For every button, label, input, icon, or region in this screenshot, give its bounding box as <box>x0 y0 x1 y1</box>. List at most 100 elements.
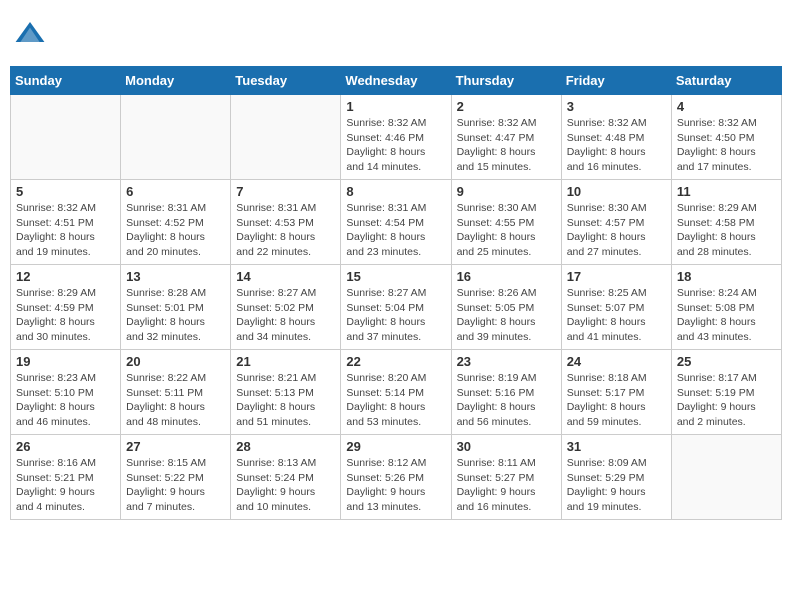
calendar-cell: 5 Sunrise: 8:32 AM Sunset: 4:51 PM Daylig… <box>11 180 121 265</box>
day-number: 28 <box>236 439 335 454</box>
calendar-cell: 15 Sunrise: 8:27 AM Sunset: 5:04 PM Dayli… <box>341 265 451 350</box>
day-info: Sunrise: 8:09 AM Sunset: 5:29 PM Dayligh… <box>567 456 666 515</box>
day-info: Sunrise: 8:32 AM Sunset: 4:47 PM Dayligh… <box>457 116 556 175</box>
day-info: Sunrise: 8:31 AM Sunset: 4:52 PM Dayligh… <box>126 201 225 260</box>
day-number: 19 <box>16 354 115 369</box>
week-row-5: 26 Sunrise: 8:16 AM Sunset: 5:21 PM Dayli… <box>11 435 782 520</box>
day-number: 23 <box>457 354 556 369</box>
day-info: Sunrise: 8:27 AM Sunset: 5:04 PM Dayligh… <box>346 286 445 345</box>
calendar-cell: 25 Sunrise: 8:17 AM Sunset: 5:19 PM Dayli… <box>671 350 781 435</box>
day-info: Sunrise: 8:15 AM Sunset: 5:22 PM Dayligh… <box>126 456 225 515</box>
day-info: Sunrise: 8:19 AM Sunset: 5:16 PM Dayligh… <box>457 371 556 430</box>
calendar-cell <box>231 95 341 180</box>
day-number: 9 <box>457 184 556 199</box>
day-number: 20 <box>126 354 225 369</box>
page-header <box>10 10 782 58</box>
calendar-cell: 26 Sunrise: 8:16 AM Sunset: 5:21 PM Dayli… <box>11 435 121 520</box>
day-number: 18 <box>677 269 776 284</box>
calendar-cell: 22 Sunrise: 8:20 AM Sunset: 5:14 PM Dayli… <box>341 350 451 435</box>
day-number: 26 <box>16 439 115 454</box>
day-number: 31 <box>567 439 666 454</box>
calendar-cell: 8 Sunrise: 8:31 AM Sunset: 4:54 PM Daylig… <box>341 180 451 265</box>
day-info: Sunrise: 8:16 AM Sunset: 5:21 PM Dayligh… <box>16 456 115 515</box>
day-number: 27 <box>126 439 225 454</box>
weekday-header-friday: Friday <box>561 67 671 95</box>
logo <box>14 18 48 50</box>
weekday-header-monday: Monday <box>121 67 231 95</box>
day-info: Sunrise: 8:32 AM Sunset: 4:48 PM Dayligh… <box>567 116 666 175</box>
calendar-cell: 29 Sunrise: 8:12 AM Sunset: 5:26 PM Dayli… <box>341 435 451 520</box>
day-info: Sunrise: 8:30 AM Sunset: 4:55 PM Dayligh… <box>457 201 556 260</box>
calendar-cell: 18 Sunrise: 8:24 AM Sunset: 5:08 PM Dayli… <box>671 265 781 350</box>
day-info: Sunrise: 8:32 AM Sunset: 4:50 PM Dayligh… <box>677 116 776 175</box>
calendar-cell: 10 Sunrise: 8:30 AM Sunset: 4:57 PM Dayli… <box>561 180 671 265</box>
day-number: 21 <box>236 354 335 369</box>
day-info: Sunrise: 8:32 AM Sunset: 4:51 PM Dayligh… <box>16 201 115 260</box>
day-number: 2 <box>457 99 556 114</box>
calendar-cell <box>121 95 231 180</box>
calendar-cell: 17Sunrise: 8:25 AM Sunset: 5:07 PM Dayli… <box>561 265 671 350</box>
day-number: 7 <box>236 184 335 199</box>
day-info: Sunrise: 8:32 AM Sunset: 4:46 PM Dayligh… <box>346 116 445 175</box>
day-info: Sunrise: 8:23 AM Sunset: 5:10 PM Dayligh… <box>16 371 115 430</box>
weekday-header-saturday: Saturday <box>671 67 781 95</box>
day-info: Sunrise: 8:21 AM Sunset: 5:13 PM Dayligh… <box>236 371 335 430</box>
day-info: Sunrise: 8:30 AM Sunset: 4:57 PM Dayligh… <box>567 201 666 260</box>
day-info: Sunrise: 8:28 AM Sunset: 5:01 PM Dayligh… <box>126 286 225 345</box>
day-number: 8 <box>346 184 445 199</box>
day-info: Sunrise: 8:18 AM Sunset: 5:17 PM Dayligh… <box>567 371 666 430</box>
week-row-3: 12Sunrise: 8:29 AM Sunset: 4:59 PM Dayli… <box>11 265 782 350</box>
day-number: 3 <box>567 99 666 114</box>
calendar-cell: 16 Sunrise: 8:26 AM Sunset: 5:05 PM Dayli… <box>451 265 561 350</box>
day-number: 15 <box>346 269 445 284</box>
calendar-cell: 6 Sunrise: 8:31 AM Sunset: 4:52 PM Daylig… <box>121 180 231 265</box>
calendar-cell: 3 Sunrise: 8:32 AM Sunset: 4:48 PM Daylig… <box>561 95 671 180</box>
calendar-cell: 21 Sunrise: 8:21 AM Sunset: 5:13 PM Dayli… <box>231 350 341 435</box>
day-info: Sunrise: 8:20 AM Sunset: 5:14 PM Dayligh… <box>346 371 445 430</box>
day-info: Sunrise: 8:13 AM Sunset: 5:24 PM Dayligh… <box>236 456 335 515</box>
logo-icon <box>14 18 46 50</box>
weekday-header-sunday: Sunday <box>11 67 121 95</box>
calendar-cell: 11 Sunrise: 8:29 AM Sunset: 4:58 PM Dayli… <box>671 180 781 265</box>
day-number: 24 <box>567 354 666 369</box>
day-number: 22 <box>346 354 445 369</box>
day-info: Sunrise: 8:29 AM Sunset: 4:58 PM Dayligh… <box>677 201 776 260</box>
day-number: 29 <box>346 439 445 454</box>
calendar-cell: 19 Sunrise: 8:23 AM Sunset: 5:10 PM Dayli… <box>11 350 121 435</box>
day-number: 11 <box>677 184 776 199</box>
weekday-header-thursday: Thursday <box>451 67 561 95</box>
calendar-cell: 14Sunrise: 8:27 AM Sunset: 5:02 PM Dayli… <box>231 265 341 350</box>
day-number: 25 <box>677 354 776 369</box>
weekday-header-row: SundayMondayTuesdayWednesdayThursdayFrid… <box>11 67 782 95</box>
calendar-cell: 13 Sunrise: 8:28 AM Sunset: 5:01 PM Dayli… <box>121 265 231 350</box>
week-row-1: 1Sunrise: 8:32 AM Sunset: 4:46 PM Daylig… <box>11 95 782 180</box>
day-info: Sunrise: 8:25 AM Sunset: 5:07 PM Dayligh… <box>567 286 666 345</box>
calendar-cell: 9 Sunrise: 8:30 AM Sunset: 4:55 PM Daylig… <box>451 180 561 265</box>
day-number: 14 <box>236 269 335 284</box>
day-info: Sunrise: 8:31 AM Sunset: 4:54 PM Dayligh… <box>346 201 445 260</box>
weekday-header-tuesday: Tuesday <box>231 67 341 95</box>
day-info: Sunrise: 8:24 AM Sunset: 5:08 PM Dayligh… <box>677 286 776 345</box>
calendar-cell: 1Sunrise: 8:32 AM Sunset: 4:46 PM Daylig… <box>341 95 451 180</box>
calendar-cell: 7Sunrise: 8:31 AM Sunset: 4:53 PM Daylig… <box>231 180 341 265</box>
calendar-cell: 2 Sunrise: 8:32 AM Sunset: 4:47 PM Daylig… <box>451 95 561 180</box>
day-number: 30 <box>457 439 556 454</box>
calendar-cell <box>671 435 781 520</box>
day-number: 6 <box>126 184 225 199</box>
day-info: Sunrise: 8:17 AM Sunset: 5:19 PM Dayligh… <box>677 371 776 430</box>
calendar-cell: 20Sunrise: 8:22 AM Sunset: 5:11 PM Dayli… <box>121 350 231 435</box>
week-row-4: 19 Sunrise: 8:23 AM Sunset: 5:10 PM Dayli… <box>11 350 782 435</box>
day-number: 16 <box>457 269 556 284</box>
day-number: 4 <box>677 99 776 114</box>
calendar-cell: 23 Sunrise: 8:19 AM Sunset: 5:16 PM Dayli… <box>451 350 561 435</box>
calendar-cell: 30Sunrise: 8:11 AM Sunset: 5:27 PM Dayli… <box>451 435 561 520</box>
week-row-2: 5 Sunrise: 8:32 AM Sunset: 4:51 PM Daylig… <box>11 180 782 265</box>
day-number: 5 <box>16 184 115 199</box>
day-number: 10 <box>567 184 666 199</box>
calendar-cell <box>11 95 121 180</box>
day-info: Sunrise: 8:12 AM Sunset: 5:26 PM Dayligh… <box>346 456 445 515</box>
calendar-cell: 24 Sunrise: 8:18 AM Sunset: 5:17 PM Dayli… <box>561 350 671 435</box>
day-info: Sunrise: 8:26 AM Sunset: 5:05 PM Dayligh… <box>457 286 556 345</box>
day-number: 13 <box>126 269 225 284</box>
calendar-cell: 27 Sunrise: 8:15 AM Sunset: 5:22 PM Dayli… <box>121 435 231 520</box>
